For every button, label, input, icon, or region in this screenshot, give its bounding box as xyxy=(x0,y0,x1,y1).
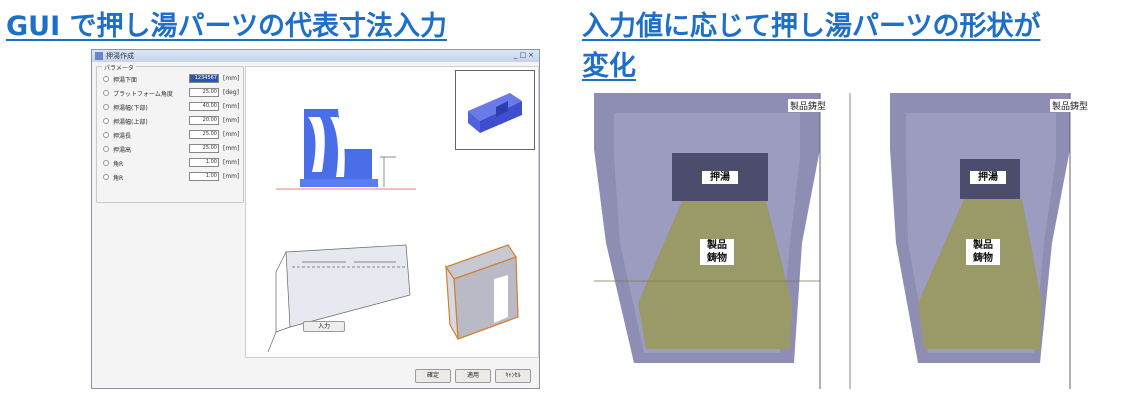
casting-label-right-line2: 鋳物 xyxy=(966,252,1000,265)
param-icon xyxy=(103,90,109,96)
heading-gui-input: GUI で押し湯パーツの代表寸法入力 xyxy=(6,11,447,42)
param-value-field[interactable]: 40.00 xyxy=(189,102,219,111)
param-icon xyxy=(103,76,109,82)
casting-label-left-line2: 鋳物 xyxy=(700,252,734,265)
param-icon xyxy=(103,160,109,166)
parameter-group: パラメータ 押湯下面 1234567 [mm] プラットフォーム角度 25.00… xyxy=(96,63,244,203)
param-row: 角R 1.00 [mm] xyxy=(103,158,241,168)
param-value-field[interactable]: 1.00 xyxy=(189,158,219,167)
param-row: 押湯下面 1234567 [mm] xyxy=(103,74,241,84)
param-row: 押湯長 25.00 [mm] xyxy=(103,130,241,140)
param-icon xyxy=(103,132,109,138)
param-unit: [deg] xyxy=(223,89,239,96)
mold-label-right: 製品鋳型 xyxy=(1050,99,1091,112)
param-label: 押湯長 xyxy=(113,133,132,140)
param-unit: [mm] xyxy=(223,131,240,138)
parameter-legend: パラメータ xyxy=(102,63,136,72)
part-preview xyxy=(455,70,535,150)
input-button[interactable]: 入力 xyxy=(303,321,345,332)
shape-comparison: 製品鋳型 製品鋳型 押湯 押湯 製品 鋳物 製品 鋳物 xyxy=(594,93,1124,389)
param-unit: [mm] xyxy=(223,75,240,82)
riser-dialog: 押湯作成 _□× パラメータ 押湯下面 1234567 [mm] プラットフォー… xyxy=(91,49,540,389)
param-label: 角R xyxy=(113,161,124,168)
heading-shape-change-line2: 変化 xyxy=(582,51,636,82)
param-label: 押湯高 xyxy=(113,147,132,154)
param-icon xyxy=(103,104,109,110)
param-value-field[interactable]: 25.00 xyxy=(189,130,219,139)
param-label: 押湯幅(下部) xyxy=(113,105,148,112)
riser-label-left: 押湯 xyxy=(702,171,738,184)
app-icon xyxy=(95,52,103,60)
param-label: 押湯幅(上部) xyxy=(113,119,148,126)
front-view-part xyxy=(300,109,378,187)
param-value-field[interactable]: 1234567 xyxy=(189,74,219,83)
riser-shape-panels xyxy=(594,93,1071,389)
param-unit: [mm] xyxy=(223,117,240,124)
heading-shape-change-line1: 入力値に応じて押し湯パーツの形状が xyxy=(582,11,1041,42)
param-row: 角R 1.00 [mm] xyxy=(103,172,241,182)
dialog-title: 押湯作成 xyxy=(106,52,134,60)
param-unit: [mm] xyxy=(223,159,240,166)
param-value-field[interactable]: 20.00 xyxy=(189,116,219,125)
param-row: プラットフォーム角度 25.00 [deg] xyxy=(103,88,241,98)
param-unit: [mm] xyxy=(223,145,240,152)
casting-label-right-line1: 製品 xyxy=(966,239,1000,252)
mold-label-left: 製品鋳型 xyxy=(788,99,829,112)
param-label: 角R xyxy=(113,175,124,182)
ok-button[interactable]: 確定 xyxy=(415,369,451,383)
riser-3d-solid xyxy=(445,244,519,340)
param-unit: [mm] xyxy=(223,103,240,110)
isometric-wireframe xyxy=(267,244,411,353)
param-value-field[interactable]: 25.00 xyxy=(189,88,219,97)
apply-button[interactable]: 適用 xyxy=(455,369,491,383)
param-icon xyxy=(103,118,109,124)
preview-part-icon xyxy=(468,93,522,133)
param-row: 押湯幅(下部) 40.00 [mm] xyxy=(103,102,241,112)
param-icon xyxy=(103,146,109,152)
param-row: 押湯幅(上部) 20.00 [mm] xyxy=(103,116,241,126)
param-label: 押湯下面 xyxy=(113,77,138,84)
param-value-field[interactable]: 1.00 xyxy=(189,172,219,181)
param-row: 押湯高 25.00 [mm] xyxy=(103,144,241,154)
dialog-titlebar: 押湯作成 _□× xyxy=(92,50,539,62)
cancel-button[interactable]: ｷｬﾝｾﾙ xyxy=(495,369,531,383)
riser-label-right: 押湯 xyxy=(970,171,1006,184)
param-label: プラットフォーム角度 xyxy=(113,91,173,98)
param-unit: [mm] xyxy=(223,173,240,180)
casting-label-left-line1: 製品 xyxy=(700,239,734,252)
param-icon xyxy=(103,174,109,180)
param-value-field[interactable]: 25.00 xyxy=(189,144,219,153)
window-controls[interactable]: _□× xyxy=(514,51,536,59)
